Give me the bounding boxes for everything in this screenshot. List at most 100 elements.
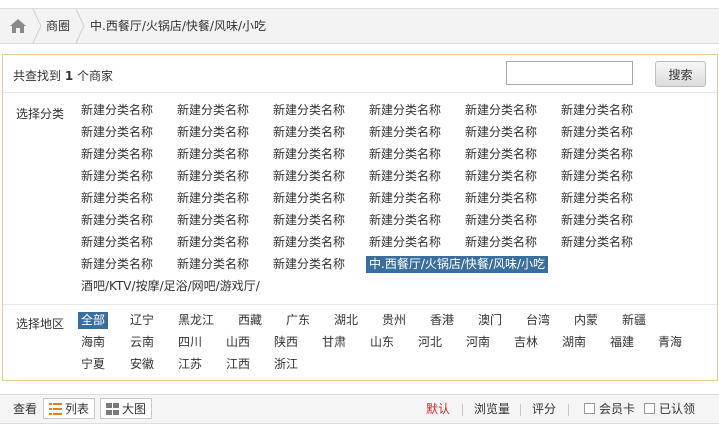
category-item[interactable]: 新建分类名称: [273, 124, 345, 141]
region-item[interactable]: 浙江: [274, 356, 298, 373]
breadcrumb-item-shangquan[interactable]: 商圈: [46, 9, 70, 43]
category-item[interactable]: 新建分类名称: [369, 102, 441, 119]
category-item[interactable]: 新建分类名称: [81, 234, 153, 251]
divider: [3, 304, 717, 305]
divider: [3, 92, 717, 93]
category-item[interactable]: 新建分类名称: [273, 102, 345, 119]
category-item[interactable]: 新建分类名称: [465, 234, 537, 251]
category-item[interactable]: 新建分类名称: [81, 256, 153, 273]
divider: [520, 404, 521, 416]
region-item[interactable]: 西藏: [238, 312, 262, 329]
region-item[interactable]: 河南: [466, 334, 490, 351]
region-item[interactable]: 江西: [226, 356, 250, 373]
category-item[interactable]: 新建分类名称: [465, 102, 537, 119]
member-card-label: 会员卡: [599, 402, 636, 416]
category-item[interactable]: 新建分类名称: [273, 168, 345, 185]
category-item[interactable]: 新建分类名称: [273, 190, 345, 207]
claimed-label: 已认领: [659, 402, 696, 416]
category-item[interactable]: 新建分类名称: [369, 212, 441, 229]
breadcrumb: 商圈 中.西餐厅/火锅店/快餐/风味/小吃: [0, 8, 719, 44]
category-item[interactable]: 新建分类名称: [561, 190, 633, 207]
list-view-button[interactable]: 列表: [43, 398, 96, 419]
search-input[interactable]: [506, 61, 633, 85]
sort-rating[interactable]: 评分: [532, 395, 556, 423]
list-view-label: 列表: [65, 402, 90, 416]
category-item[interactable]: 新建分类名称: [177, 168, 249, 185]
category-item[interactable]: 新建分类名称: [273, 212, 345, 229]
category-item[interactable]: 新建分类名称: [273, 256, 345, 273]
category-item[interactable]: 新建分类名称: [369, 146, 441, 163]
category-item[interactable]: 新建分类名称: [177, 256, 249, 273]
category-item[interactable]: 新建分类名称: [81, 102, 153, 119]
category-item[interactable]: 新建分类名称: [177, 146, 249, 163]
claimed-checkbox[interactable]: [644, 403, 655, 414]
category-item[interactable]: 新建分类名称: [369, 190, 441, 207]
category-item[interactable]: 新建分类名称: [561, 124, 633, 141]
category-item[interactable]: 新建分类名称: [465, 124, 537, 141]
region-item[interactable]: 甘肃: [322, 334, 346, 351]
category-item[interactable]: 新建分类名称: [81, 168, 153, 185]
category-item[interactable]: 新建分类名称: [465, 168, 537, 185]
category-item[interactable]: 新建分类名称: [81, 212, 153, 229]
category-item[interactable]: 新建分类名称: [273, 234, 345, 251]
category-item[interactable]: 新建分类名称: [465, 190, 537, 207]
category-item[interactable]: 新建分类名称: [369, 124, 441, 141]
region-item[interactable]: 吉林: [514, 334, 538, 351]
category-item[interactable]: 新建分类名称: [561, 168, 633, 185]
region-item[interactable]: 江苏: [178, 356, 202, 373]
region-item[interactable]: 辽宁: [130, 312, 154, 329]
category-item[interactable]: 新建分类名称: [81, 190, 153, 207]
category-item[interactable]: 新建分类名称: [177, 102, 249, 119]
breadcrumb-item-current: 中.西餐厅/火锅店/快餐/风味/小吃: [90, 19, 266, 33]
region-item[interactable]: 山西: [226, 334, 250, 351]
category-item[interactable]: 新建分类名称: [561, 212, 633, 229]
region-item[interactable]: 青海: [658, 334, 682, 351]
region-item[interactable]: 河北: [418, 334, 442, 351]
region-item[interactable]: 安徽: [130, 356, 154, 373]
category-item[interactable]: 新建分类名称: [561, 102, 633, 119]
region-item[interactable]: 山东: [370, 334, 394, 351]
region-item[interactable]: 福建: [610, 334, 634, 351]
region-item[interactable]: 湖北: [334, 312, 358, 329]
category-item[interactable]: 新建分类名称: [561, 146, 633, 163]
region-label: 选择地区: [16, 317, 65, 331]
category-item[interactable]: 新建分类名称: [369, 168, 441, 185]
category-item[interactable]: 新建分类名称: [369, 234, 441, 251]
category-item[interactable]: 酒吧/KTV/按摩/足浴/网吧/游戏厅/: [81, 278, 260, 295]
category-item[interactable]: 新建分类名称: [177, 234, 249, 251]
breadcrumb-separator-icon: [32, 9, 42, 43]
region-item[interactable]: 香港: [430, 312, 454, 329]
region-item[interactable]: 海南: [81, 334, 105, 351]
category-item[interactable]: 新建分类名称: [177, 124, 249, 141]
region-item[interactable]: 澳门: [478, 312, 502, 329]
category-item[interactable]: 新建分类名称: [561, 234, 633, 251]
region-item[interactable]: 云南: [130, 334, 154, 351]
sort-default[interactable]: 默认: [426, 395, 450, 423]
region-item[interactable]: 台湾: [526, 312, 550, 329]
category-item-selected[interactable]: 中.西餐厅/火锅店/快餐/风味/小吃: [366, 256, 548, 273]
region-item[interactable]: 宁夏: [81, 356, 105, 373]
region-item[interactable]: 贵州: [382, 312, 406, 329]
grid-view-button[interactable]: 大图: [100, 398, 153, 419]
category-item[interactable]: 新建分类名称: [81, 146, 153, 163]
sort-views[interactable]: 浏览量: [474, 395, 510, 423]
region-item[interactable]: 新疆: [622, 312, 646, 329]
category-item[interactable]: 新建分类名称: [465, 146, 537, 163]
region-item[interactable]: 黑龙江: [178, 312, 214, 329]
region-item[interactable]: 湖南: [562, 334, 586, 351]
search-button[interactable]: 搜索: [655, 61, 706, 87]
category-label: 选择分类: [16, 107, 65, 121]
region-item[interactable]: 内蒙: [574, 312, 598, 329]
region-item[interactable]: 陕西: [274, 334, 298, 351]
region-item[interactable]: 广东: [286, 312, 310, 329]
region-item-selected[interactable]: 全部: [78, 312, 109, 329]
filter-panel: 共查找到 1 个商家 搜索 选择分类 新建分类名称 新建分类名称 新建分类名称 新建分…: [2, 54, 718, 381]
home-icon[interactable]: [4, 9, 32, 43]
category-item[interactable]: 新建分类名称: [273, 146, 345, 163]
category-item[interactable]: 新建分类名称: [177, 190, 249, 207]
category-item[interactable]: 新建分类名称: [465, 212, 537, 229]
region-item[interactable]: 四川: [178, 334, 202, 351]
member-card-checkbox[interactable]: [584, 403, 595, 414]
category-item[interactable]: 新建分类名称: [81, 124, 153, 141]
category-item[interactable]: 新建分类名称: [177, 212, 249, 229]
